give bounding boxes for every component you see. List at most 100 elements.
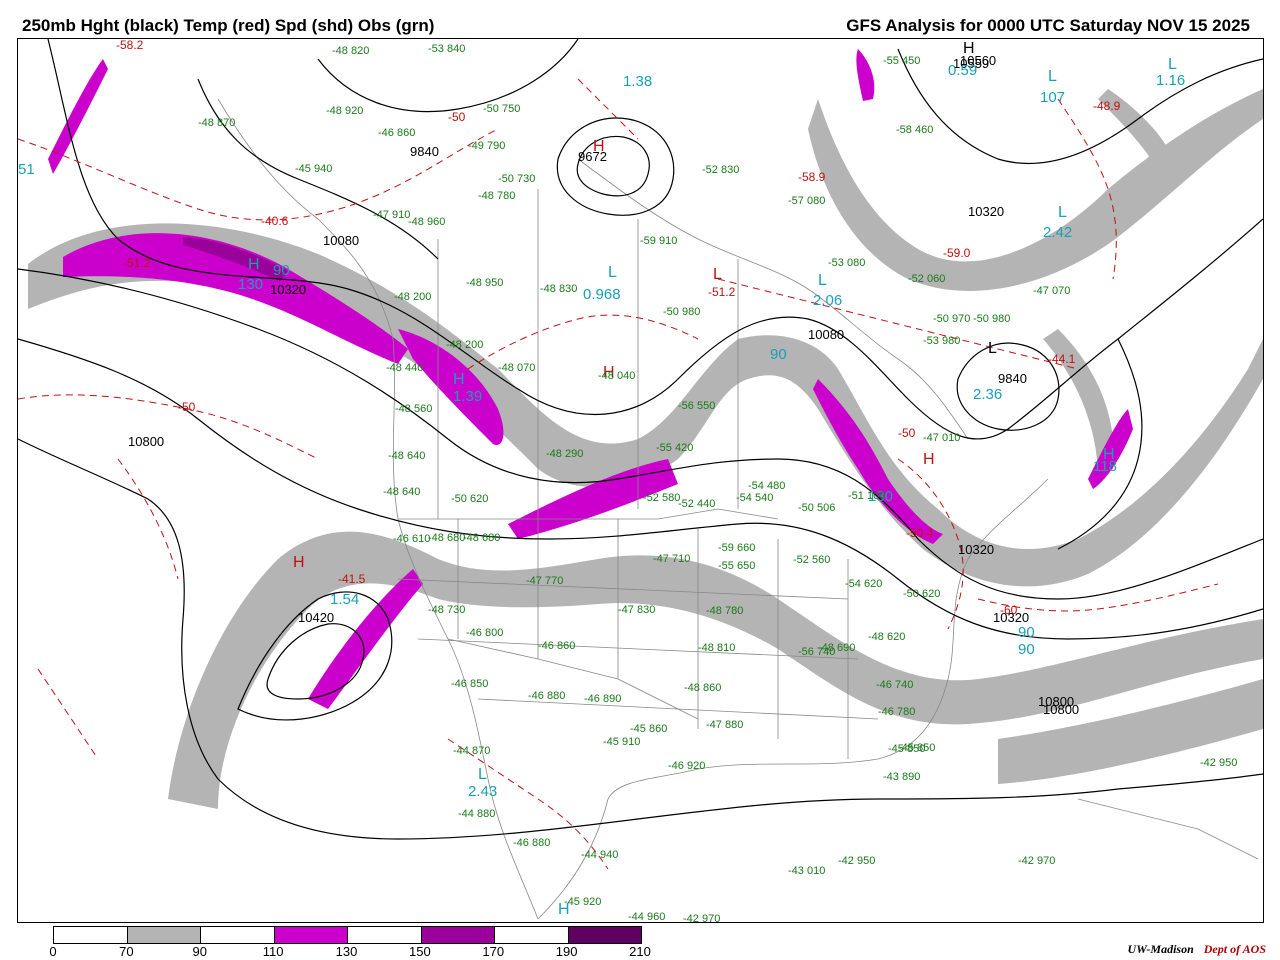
temperature-label: -50 [178,400,196,414]
height-label: 10320 [968,204,1004,219]
station-observation: -46 800 [466,627,503,639]
temperature-contour [117,458,179,580]
station-observation: -45 860 [630,723,667,735]
height-label: 10080 [808,327,844,342]
station-observation: -48 560 [395,403,432,415]
colorbar-tick-label: 70 [119,944,134,959]
speed-label: 1.38 [623,73,652,90]
colorbar-tick-label: 170 [482,944,505,959]
station-observation: -44 880 [458,808,495,820]
station-observation: -48 440 [386,362,423,374]
colorbar-segment [201,927,275,943]
station-observation: -50 506 [798,502,835,514]
station-observation: -46 850 [451,678,488,690]
station-observation: -46 610 [393,533,430,545]
low-center-marker: L [1048,68,1057,85]
speed-label: 0.59 [948,62,977,79]
station-observation: -59 660 [718,542,755,554]
station-observation: -45 920 [564,896,601,908]
colorbar-tick-label: 0 [49,944,57,959]
temperature-label: -44.1 [1048,352,1076,366]
speed-label: 90 [1018,641,1035,658]
station-observation: -59 910 [640,235,677,247]
credit-org: UW-Madison [1127,942,1194,956]
height-label: 10800 [1043,702,1079,717]
speed-core-110-130 [856,49,875,101]
station-observation: -46 920 [668,760,705,772]
station-observation: -48 810 [698,642,735,654]
station-observation: -47 770 [526,575,563,587]
low-center-marker: L [1168,56,1177,73]
station-observation: -48 200 [446,339,483,351]
speed-label: 2.43 [468,783,497,800]
station-observation: -46 860 [378,127,415,139]
station-observation: -48 780 [706,605,743,617]
station-observation: -48 200 [394,291,431,303]
speed-label: 2.42 [1043,224,1072,241]
station-observation: -50 730 [498,173,535,185]
temperature-label: -50.4 [906,526,934,540]
station-observation: -48 640 [383,486,420,498]
coastline [577,158,969,440]
station-observation: -58 460 [896,124,933,136]
high-center-marker: H [293,554,305,571]
speed-label: 51 [18,161,35,178]
station-observation: -55 650 [718,560,755,572]
temperature-label: -58.9 [798,170,826,184]
station-observation: -57 080 [788,195,825,207]
station-observation: -47 880 [706,719,743,731]
station-observation: -46 880 [513,837,550,849]
station-observation: -48 070 [498,362,535,374]
station-observation: -55 450 [883,55,920,67]
credit-dept: Dept of AOS [1203,942,1266,956]
speed-colorbar-labels: 0 70 90 110 130 150 170 190 210 [49,944,650,959]
speed-label: 1.39 [453,388,482,405]
temperature-label: -59.0 [943,246,971,260]
station-observation: -47 710 [653,553,690,565]
station-observation: -44 870 [453,745,490,757]
station-observation: -45 910 [603,736,640,748]
station-observation: -42 970 [1018,855,1055,867]
height-label: 10800 [128,434,164,449]
temperature-label: -48.9 [1093,99,1121,113]
station-observation: -48 290 [546,448,583,460]
station-observation: -55 420 [656,442,693,454]
station-observation: -50 970 [933,313,970,325]
temperature-label: -58.2 [116,39,144,52]
station-observation: -50 980 [663,306,700,318]
speed-label: 2.06 [813,292,842,309]
colorbar-segment [54,927,128,943]
station-observation: -48 950 [466,277,503,289]
station-observation: -50 980 [973,313,1010,325]
speed-label: 90 [1018,624,1035,641]
colorbar-segment [495,927,569,943]
station-observation: -45 940 [295,163,332,175]
low-center-marker: L [988,340,997,357]
low-center-marker: L [608,264,617,281]
speed-colorbar [53,926,642,944]
station-observation: -47 010 [923,432,960,444]
low-center-marker: L [713,266,722,283]
station-observation: -48 680 [428,532,465,544]
high-center-marker: H [453,371,465,388]
high-center-marker: H [963,40,975,57]
temperature-label: -40.6 [261,214,289,228]
colorbar-segment [421,927,495,943]
temperature-contour [467,314,699,370]
station-observation: -42 970 [683,913,720,922]
colorbar-segment [274,927,348,943]
map-title: 250mb Hght (black) Temp (red) Spd (shd) … [22,16,435,35]
station-observation: -52 580 [643,492,680,504]
temperature-contour [18,394,319,460]
station-observation: -51 100 [848,490,885,502]
station-observation: -46 780 [878,706,915,718]
height-label: 9840 [410,144,439,159]
height-contour [556,117,675,216]
station-observation: -43 010 [788,865,825,877]
station-observation: -42 950 [838,855,875,867]
height-label: 10320 [270,282,306,297]
coastline [1077,798,1259,860]
speed-label: 2.36 [973,386,1002,403]
colorbar-tick-label: 210 [629,944,651,959]
station-observation: -52 560 [793,554,830,566]
